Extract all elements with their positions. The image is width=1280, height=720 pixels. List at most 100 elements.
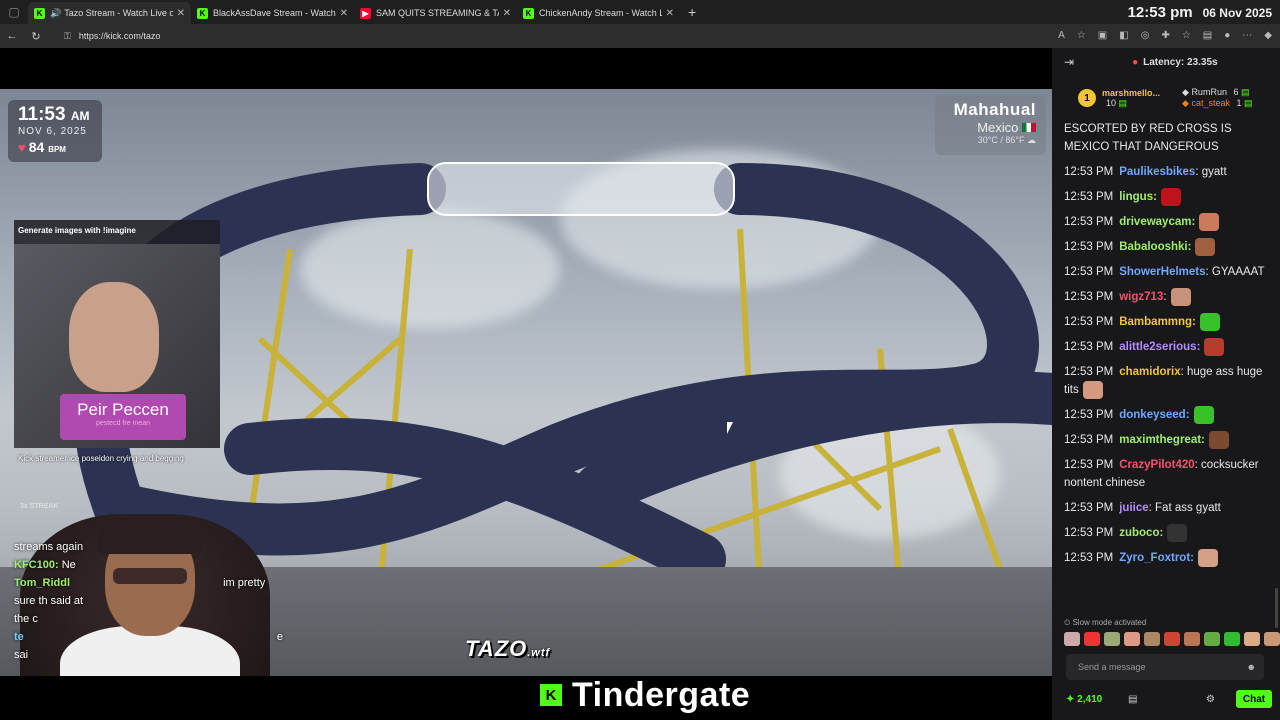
refresh-icon[interactable]: ↻ [24, 30, 48, 43]
gifter-count: 10 [1106, 97, 1117, 108]
tab-tazo[interactable]: K 🔊 Tazo Stream - Watch Live on ✕ [28, 2, 191, 24]
close-tab-icon[interactable]: ✕ [503, 8, 511, 19]
live-dot-icon: ● [1132, 56, 1139, 68]
chat-message: 12:53 PM drivewaycam: [1064, 213, 1268, 232]
gift-icon: ▤ [1244, 98, 1253, 108]
gift-icon: ▤ [1118, 97, 1128, 108]
gifter-name[interactable]: RumRun [1191, 87, 1227, 97]
emote-bar [1064, 632, 1280, 646]
chat-settings-icon[interactable]: ⚙ [1206, 694, 1215, 705]
extension-icon[interactable]: ▣ [1098, 30, 1107, 41]
message-time: 12:53 PM [1064, 291, 1114, 304]
overlay-chat-line: streams again [14, 541, 84, 553]
chat-message: 12:53 PM CrazyPilot420: cocksucker nonten… [1064, 456, 1268, 492]
overlay-chat-line: sure th said at [14, 595, 84, 607]
emote-icon[interactable] [1184, 632, 1200, 646]
tab-title: ChickenAndy Stream - Watch Live [539, 8, 662, 18]
chat-username[interactable]: wigz713 [1119, 291, 1163, 303]
gift-sub-icon[interactable]: ▤ [1128, 694, 1137, 705]
channel-points[interactable]: ✦ 2,410 [1066, 694, 1102, 705]
gift-icon: ▤ [1241, 87, 1250, 97]
chat-panel: ⇥ ● Latency: 23.35s 1 marshmello... 10 ▤ … [1052, 48, 1280, 720]
stream-title: Tindergate [572, 676, 751, 714]
chat-username[interactable]: maximthegreat: [1119, 434, 1205, 446]
location-overlay: Mahahual Mexico 30°C / 86°F ☁ [935, 95, 1046, 155]
more-menu-icon[interactable]: ⋯ [1242, 30, 1252, 41]
profile-avatar-icon[interactable]: ● [1224, 30, 1230, 41]
chat-input[interactable]: Send a message ☻ [1066, 654, 1264, 680]
extension-icon[interactable]: ◎ [1141, 30, 1150, 41]
gifter-name[interactable]: marshmello... [1102, 88, 1182, 98]
chat-username[interactable]: CrazyPilot420 [1119, 459, 1194, 471]
tab-blackassdave[interactable]: K BlackAssDave Stream - Watch Live ✕ [191, 2, 354, 24]
overlay-chat-line: Tom_Riddl im pretty [14, 577, 266, 589]
read-aloud-icon[interactable]: A [1058, 30, 1065, 41]
send-chat-button[interactable]: Chat [1236, 690, 1272, 708]
chat-username[interactable]: lingus: [1119, 191, 1157, 203]
favorites-icon[interactable]: ☆ [1182, 30, 1191, 41]
emote-icon[interactable] [1204, 632, 1220, 646]
gifter-name[interactable]: cat_steak [1191, 98, 1230, 108]
collapse-chat-icon[interactable]: ⇥ [1064, 55, 1074, 69]
chat-username[interactable]: zuboco: [1119, 527, 1163, 539]
gifter-count: 6 [1233, 87, 1239, 97]
emote-icon[interactable] [1164, 632, 1180, 646]
tab-sam-quits[interactable]: ▶ SAM QUITS STREAMING & TAXES ✕ [354, 2, 517, 24]
chat-message: 12:53 PM juiice: Fat ass gyatt [1064, 499, 1268, 517]
chat-username[interactable]: chamidorix [1119, 366, 1180, 378]
emoji-picker-icon[interactable]: ☻ [1247, 662, 1256, 672]
chat-message: 12:53 PM alittle2serious: [1064, 338, 1268, 357]
generated-sign: Peir Peccen pestecd fre mean [60, 394, 186, 440]
emote-icon [1170, 288, 1191, 307]
time-overlay: 11:53 AM NOV 6, 2025 ♥ 84 BPM [8, 100, 102, 162]
tab-chickenandy[interactable]: K ChickenAndy Stream - Watch Live ✕ [517, 2, 680, 24]
address-bar-row: ← ↻ ⚿ https://kick.com/tazo A ☆ ▣ ◧ ◎ ✚ … [0, 24, 1280, 48]
message-time: 12:53 PM [1064, 409, 1114, 422]
site-info-icon[interactable]: ⚿ [64, 31, 71, 42]
chat-message: 12:53 PM Babalooshki: [1064, 238, 1268, 257]
kick-favicon-icon: K [34, 7, 45, 19]
chat-footer: ✦ 2,410 ▤ ⚙ Chat [1066, 690, 1272, 708]
emote-icon[interactable] [1104, 632, 1120, 646]
extension-icon[interactable]: ◧ [1119, 30, 1128, 41]
chat-username[interactable]: Zyro_Foxtrot: [1119, 552, 1194, 564]
favorite-star-icon[interactable]: ☆ [1077, 30, 1086, 41]
video-player[interactable]: 11:53 AM NOV 6, 2025 ♥ 84 BPM Mahahual Me… [0, 48, 1052, 720]
emote-icon[interactable] [1224, 632, 1240, 646]
weather-text: 30°C / 86°F [977, 135, 1025, 145]
chat-username[interactable]: Paulikesbikes [1119, 166, 1195, 178]
copilot-icon[interactable]: ◆ [1264, 30, 1272, 41]
emote-icon[interactable] [1124, 632, 1140, 646]
emote-icon[interactable] [1144, 632, 1160, 646]
url-field[interactable]: ⚿ https://kick.com/tazo [58, 27, 1038, 45]
close-tab-icon[interactable]: ✕ [340, 8, 348, 19]
back-icon[interactable]: ← [0, 30, 24, 42]
emote-icon [1199, 213, 1220, 232]
chat-username[interactable]: donkeyseed: [1119, 409, 1189, 421]
collections-icon[interactable]: ▤ [1203, 30, 1212, 41]
message-time: 12:53 PM [1064, 166, 1114, 178]
emote-icon[interactable] [1264, 632, 1280, 646]
overlay-chat-line: sai [14, 649, 29, 661]
close-tab-icon[interactable]: ✕ [177, 8, 185, 19]
speaker-icon[interactable]: 🔊 [50, 8, 61, 19]
generated-image: Peir Peccen pestecd fre mean [14, 244, 220, 448]
browser-menu-icon[interactable]: ▢ [0, 0, 28, 24]
emote-icon[interactable] [1084, 632, 1100, 646]
chat-username[interactable]: alittle2serious: [1119, 341, 1200, 353]
chat-username[interactable]: Bambammng: [1119, 316, 1196, 328]
chat-username[interactable]: juiice [1119, 502, 1148, 514]
emote-icon[interactable] [1244, 632, 1260, 646]
overlay-ampm: AM [70, 109, 90, 123]
bpm-value: 84 [28, 139, 45, 155]
kick-logo-icon: K [540, 684, 562, 706]
chat-username[interactable]: Babalooshki: [1119, 241, 1191, 253]
new-tab-icon[interactable]: + [688, 4, 696, 20]
close-tab-icon[interactable]: ✕ [666, 8, 674, 19]
chat-username[interactable]: ShowerHelmets [1119, 266, 1205, 278]
chat-scrollbar[interactable] [1275, 588, 1278, 628]
emote-icon[interactable] [1064, 632, 1080, 646]
tazo-wtf-logo: TAZO.wtf [465, 636, 551, 661]
chat-username[interactable]: drivewaycam: [1119, 216, 1195, 228]
extensions-puzzle-icon[interactable]: ✚ [1161, 30, 1169, 41]
